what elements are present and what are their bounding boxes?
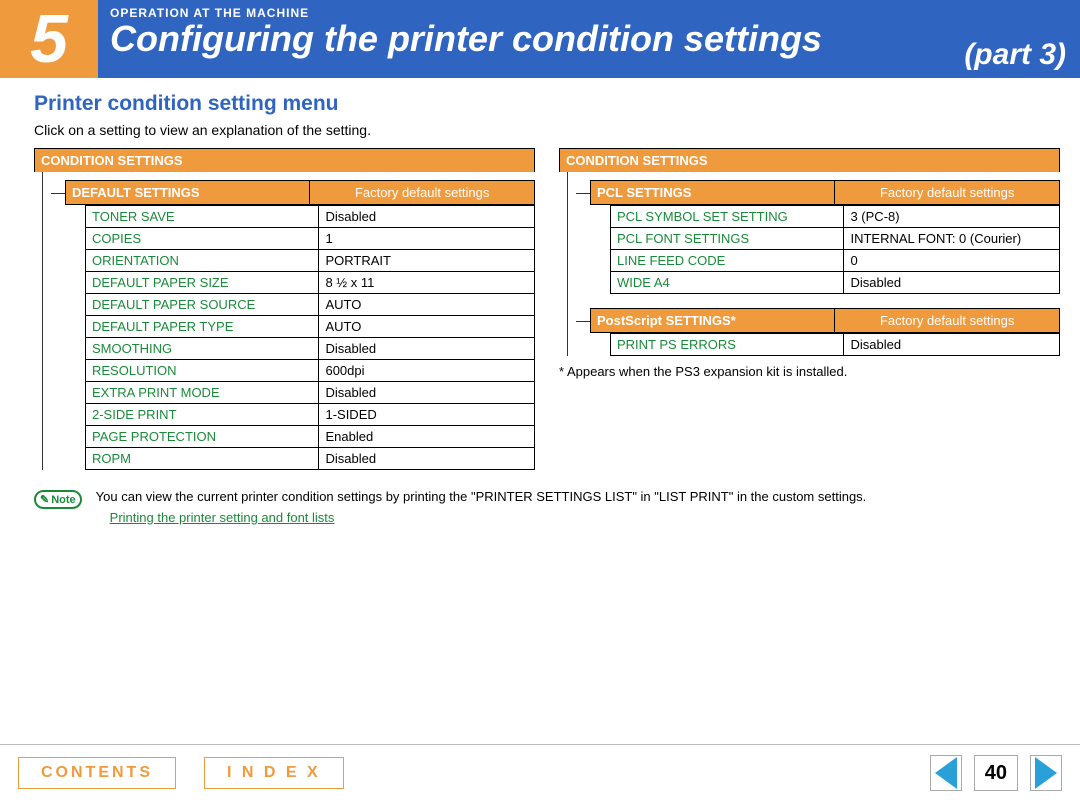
setting-value: 3 (PC-8) — [844, 206, 1060, 228]
header-texts: OPERATION AT THE MACHINE Configuring the… — [98, 0, 1080, 78]
setting-value: 1-SIDED — [319, 404, 535, 426]
setting-value: Disabled — [844, 272, 1060, 294]
prev-page-button[interactable] — [930, 755, 962, 791]
setting-name[interactable]: 2-SIDE PRINT — [86, 404, 319, 426]
table-row: DEFAULT PAPER SIZE8 ½ x 11 — [86, 272, 535, 294]
setting-value: 600dpi — [319, 360, 535, 382]
chapter-number-box: 5 — [0, 0, 98, 78]
setting-value: AUTO — [319, 316, 535, 338]
note-badge: ✎Note — [34, 490, 82, 509]
body-area: Printer condition setting menu Click on … — [0, 78, 1080, 527]
right-column: CONDITION SETTINGS PCL SETTINGS Factory … — [559, 148, 1060, 470]
table-row: PAGE PROTECTIONEnabled — [86, 426, 535, 448]
setting-name[interactable]: SMOOTHING — [86, 338, 319, 360]
setting-name[interactable]: DEFAULT PAPER SOURCE — [86, 294, 319, 316]
setting-name[interactable]: EXTRA PRINT MODE — [86, 382, 319, 404]
next-page-button[interactable] — [1030, 755, 1062, 791]
setting-name[interactable]: LINE FEED CODE — [611, 250, 844, 272]
page-header: 5 OPERATION AT THE MACHINE Configuring t… — [0, 0, 1080, 78]
table-row: LINE FEED CODE0 — [611, 250, 1060, 272]
table-row: COPIES1 — [86, 228, 535, 250]
setting-name[interactable]: DEFAULT PAPER TYPE — [86, 316, 319, 338]
pcl-subheader-right: Factory default settings — [834, 180, 1060, 205]
note-box: ✎Note You can view the current printer c… — [34, 486, 1054, 527]
setting-value: 1 — [319, 228, 535, 250]
left-subheader-right: Factory default settings — [309, 180, 535, 205]
triangle-left-icon — [935, 757, 957, 789]
note-badge-text: Note — [51, 494, 75, 506]
left-column: CONDITION SETTINGS DEFAULT SETTINGS Fact… — [34, 148, 535, 470]
pcl-subheader: PCL SETTINGS Factory default settings — [590, 180, 1060, 205]
setting-value: Disabled — [319, 206, 535, 228]
pcl-subheader-left: PCL SETTINGS — [590, 180, 834, 205]
setting-name[interactable]: PRINT PS ERRORS — [611, 334, 844, 356]
note-link[interactable]: Printing the printer setting and font li… — [110, 510, 335, 525]
footer: CONTENTS I N D E X 40 — [0, 744, 1080, 791]
table-row: PCL FONT SETTINGSINTERNAL FONT: 0 (Couri… — [611, 228, 1060, 250]
left-settings-table: TONER SAVEDisabledCOPIES1ORIENTATIONPORT… — [85, 205, 535, 470]
setting-name[interactable]: TONER SAVE — [86, 206, 319, 228]
note-content: You can view the current printer conditi… — [96, 488, 867, 525]
setting-value: 0 — [844, 250, 1060, 272]
contents-button[interactable]: CONTENTS — [18, 757, 176, 789]
table-row: WIDE A4Disabled — [611, 272, 1060, 294]
setting-value: AUTO — [319, 294, 535, 316]
page-number: 40 — [974, 755, 1018, 791]
pcl-settings-table: PCL SYMBOL SET SETTING3 (PC-8)PCL FONT S… — [610, 205, 1060, 294]
setting-value: Disabled — [319, 382, 535, 404]
setting-name[interactable]: WIDE A4 — [611, 272, 844, 294]
setting-value: Enabled — [319, 426, 535, 448]
setting-value: 8 ½ x 11 — [319, 272, 535, 294]
table-row: PRINT PS ERRORSDisabled — [611, 334, 1060, 356]
table-row: RESOLUTION600dpi — [86, 360, 535, 382]
setting-value: PORTRAIT — [319, 250, 535, 272]
left-subheader: DEFAULT SETTINGS Factory default setting… — [65, 180, 535, 205]
triangle-right-icon — [1035, 757, 1057, 789]
setting-value: Disabled — [844, 334, 1060, 356]
ps-subheader-left: PostScript SETTINGS* — [590, 308, 834, 333]
right-block-header: CONDITION SETTINGS — [559, 148, 1060, 172]
table-row: SMOOTHINGDisabled — [86, 338, 535, 360]
left-block-header: CONDITION SETTINGS — [34, 148, 535, 172]
ps-footnote: * Appears when the PS3 expansion kit is … — [559, 364, 1060, 379]
columns: CONDITION SETTINGS DEFAULT SETTINGS Fact… — [34, 148, 1060, 470]
setting-name[interactable]: PAGE PROTECTION — [86, 426, 319, 448]
table-row: DEFAULT PAPER TYPEAUTO — [86, 316, 535, 338]
index-button[interactable]: I N D E X — [204, 757, 344, 789]
section-title: Printer condition setting menu — [34, 92, 1060, 116]
setting-name[interactable]: DEFAULT PAPER SIZE — [86, 272, 319, 294]
pencil-icon: ✎ — [40, 493, 49, 506]
setting-name[interactable]: ROPM — [86, 448, 319, 470]
setting-value: INTERNAL FONT: 0 (Courier) — [844, 228, 1060, 250]
header-title: Configuring the printer condition settin… — [110, 18, 1068, 60]
setting-name[interactable]: PCL FONT SETTINGS — [611, 228, 844, 250]
chapter-number: 5 — [30, 5, 68, 73]
note-text: You can view the current printer conditi… — [96, 488, 867, 506]
ps-settings-table: PRINT PS ERRORSDisabled — [610, 333, 1060, 356]
setting-name[interactable]: COPIES — [86, 228, 319, 250]
table-row: 2-SIDE PRINT1-SIDED — [86, 404, 535, 426]
table-row: TONER SAVEDisabled — [86, 206, 535, 228]
left-subheader-left: DEFAULT SETTINGS — [65, 180, 309, 205]
table-row: DEFAULT PAPER SOURCEAUTO — [86, 294, 535, 316]
header-part: (part 3) — [964, 38, 1066, 72]
ps-subheader-right: Factory default settings — [834, 308, 1060, 333]
setting-value: Disabled — [319, 448, 535, 470]
table-row: ORIENTATIONPORTRAIT — [86, 250, 535, 272]
intro-text: Click on a setting to view an explanatio… — [34, 122, 1060, 138]
ps-subheader: PostScript SETTINGS* Factory default set… — [590, 308, 1060, 333]
setting-name[interactable]: ORIENTATION — [86, 250, 319, 272]
setting-name[interactable]: RESOLUTION — [86, 360, 319, 382]
setting-value: Disabled — [319, 338, 535, 360]
table-row: EXTRA PRINT MODEDisabled — [86, 382, 535, 404]
table-row: ROPMDisabled — [86, 448, 535, 470]
setting-name[interactable]: PCL SYMBOL SET SETTING — [611, 206, 844, 228]
table-row: PCL SYMBOL SET SETTING3 (PC-8) — [611, 206, 1060, 228]
